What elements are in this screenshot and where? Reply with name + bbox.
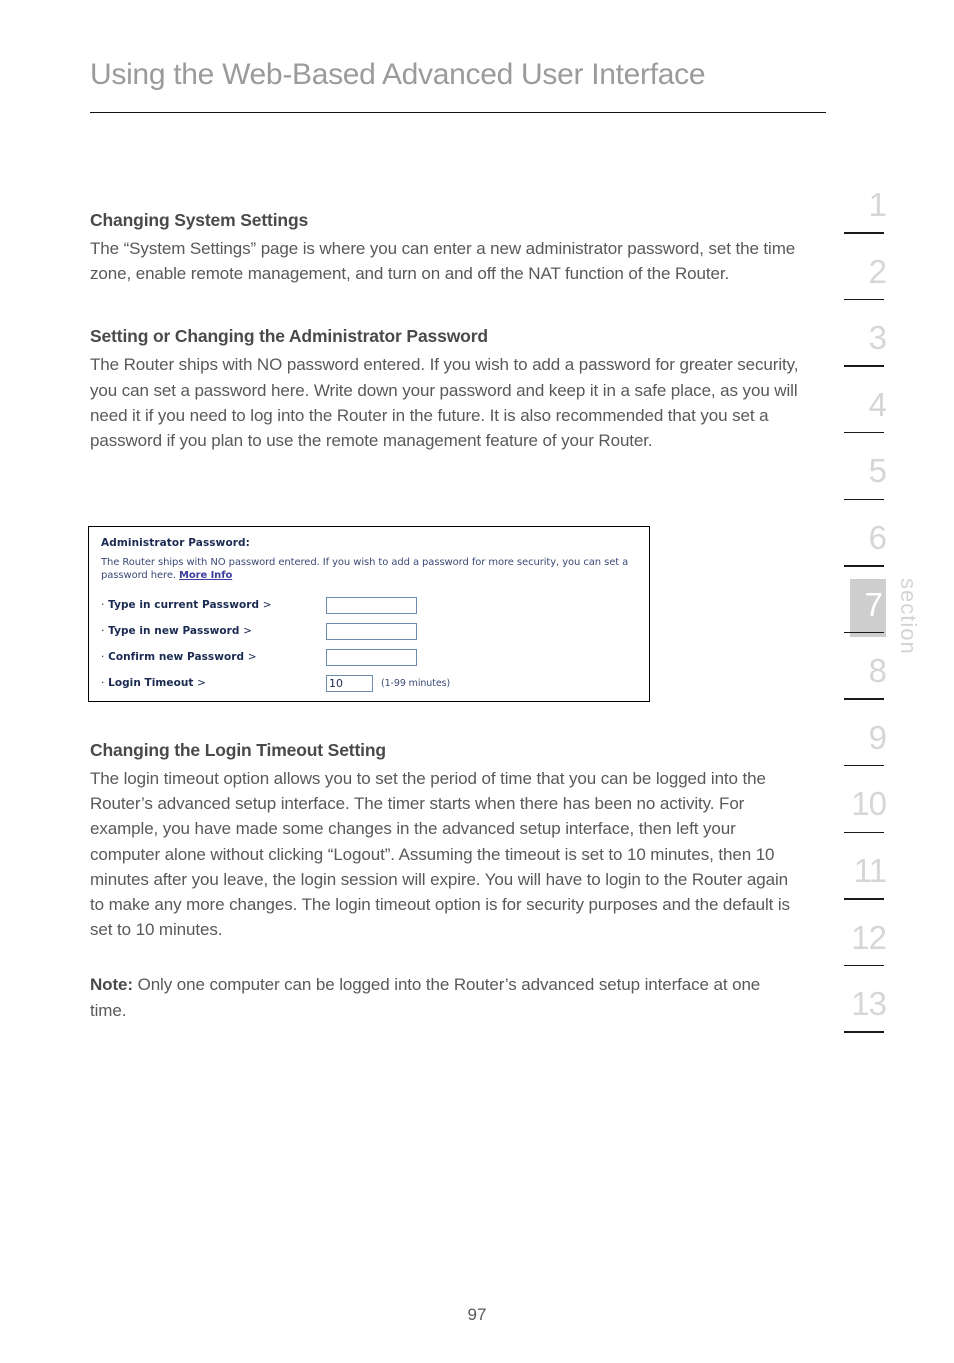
- rail-divider: [844, 1031, 884, 1033]
- form-row-confirm-password: · Confirm new Password >: [101, 644, 649, 670]
- label-text: Login Timeout: [108, 677, 194, 689]
- main-content-lower: Changing the Login Timeout Setting The l…: [90, 740, 800, 1023]
- rail-item-5[interactable]: 5: [838, 446, 904, 513]
- paragraph-administrator-password: The Router ships with NO password entere…: [90, 355, 799, 451]
- rail-number: 7: [864, 585, 883, 623]
- rail-item-4[interactable]: 4: [838, 380, 904, 447]
- note-block: Note: Only one computer can be logged in…: [90, 972, 800, 1022]
- more-info-link[interactable]: More Info: [179, 570, 232, 581]
- rail-number: 13: [851, 985, 887, 1023]
- input-new-password[interactable]: [326, 622, 417, 640]
- label-text: Confirm new Password: [108, 651, 245, 663]
- rail-divider: [844, 698, 884, 700]
- rail-item-11[interactable]: 11: [838, 846, 904, 913]
- rail-divider: [844, 431, 884, 434]
- bullet-dash: ·: [101, 625, 105, 637]
- bullet-dash: ·: [101, 651, 105, 663]
- rail-item-8[interactable]: 8: [838, 646, 904, 713]
- label-text: Type in current Password: [108, 599, 260, 611]
- bullet-dash: ·: [101, 677, 105, 689]
- rail-item-6[interactable]: 6: [838, 513, 904, 580]
- heading-administrator-password: Setting or Changing the Administrator Pa…: [90, 326, 488, 347]
- rail-item-9[interactable]: 9: [838, 713, 904, 780]
- rail-divider: [844, 232, 884, 234]
- rail-divider: [844, 498, 884, 500]
- heading-changing-system-settings: Changing System Settings: [90, 210, 309, 230]
- rail-item-3[interactable]: 3: [838, 313, 904, 380]
- rail-divider: [844, 898, 884, 900]
- panel-title: Administrator Password:: [101, 537, 250, 549]
- label-current-password: · Type in current Password >: [101, 599, 326, 611]
- rail-divider: [844, 964, 884, 967]
- rail-item-12[interactable]: 12: [838, 913, 904, 980]
- input-confirm-password[interactable]: [326, 648, 417, 666]
- rail-divider: [844, 565, 884, 567]
- rail-item-1[interactable]: 1: [838, 180, 904, 247]
- rail-item-2[interactable]: 2: [838, 247, 904, 314]
- input-current-password[interactable]: [326, 596, 417, 614]
- rail-number: 12: [851, 918, 887, 956]
- rail-number: 10: [851, 785, 887, 823]
- chevron-right-icon: >: [197, 677, 207, 689]
- label-login-timeout: · Login Timeout >: [101, 677, 326, 689]
- label-confirm-password: · Confirm new Password >: [101, 651, 326, 663]
- chevron-right-icon: >: [247, 651, 257, 663]
- rail-divider: [844, 831, 884, 833]
- rail-number: 6: [868, 518, 887, 556]
- rail-item-10[interactable]: 10: [838, 779, 904, 846]
- rail-item-13[interactable]: 13: [838, 979, 904, 1046]
- rail-number: 9: [868, 718, 887, 756]
- form-row-login-timeout: · Login Timeout > (1-99 minutes): [101, 670, 649, 696]
- rail-number: 11: [853, 851, 887, 889]
- label-text: Type in new Password: [108, 625, 240, 637]
- input-login-timeout[interactable]: [326, 674, 373, 692]
- rail-number: 4: [868, 385, 887, 423]
- main-content: Changing System Settings The “System Set…: [90, 210, 800, 453]
- bullet-dash: ·: [101, 599, 105, 611]
- rail-number: 8: [868, 652, 887, 690]
- rail-divider: [844, 764, 884, 767]
- rail-number: 1: [868, 186, 887, 223]
- label-new-password: · Type in new Password >: [101, 625, 326, 637]
- page-number: 97: [467, 1305, 487, 1324]
- rail-divider: [844, 631, 884, 634]
- rail-number: 3: [868, 319, 887, 357]
- panel-description: The Router ships with NO password entere…: [101, 556, 631, 582]
- paragraph-changing-system-settings: The “System Settings” page is where you …: [90, 239, 796, 284]
- page-title: Using the Web-Based Advanced User Interf…: [90, 58, 706, 91]
- title-divider: [90, 112, 826, 113]
- router-admin-password-panel: Administrator Password: The Router ships…: [88, 526, 650, 702]
- note-label: Note:: [90, 975, 133, 995]
- form-row-new-password: · Type in new Password >: [101, 618, 649, 644]
- rail-divider: [844, 298, 884, 301]
- chevron-right-icon: >: [262, 599, 272, 611]
- paragraph-login-timeout: The login timeout option allows you to s…: [90, 769, 790, 940]
- heading-login-timeout: Changing the Login Timeout Setting: [90, 740, 386, 760]
- form-row-current-password: · Type in current Password >: [101, 592, 649, 618]
- hint-login-timeout-range: (1-99 minutes): [381, 677, 451, 689]
- rail-divider: [844, 365, 884, 367]
- note-text: Only one computer can be logged into the…: [90, 975, 761, 1020]
- rail-word-section: section: [896, 578, 921, 655]
- chevron-right-icon: >: [243, 625, 253, 637]
- rail-number: 2: [868, 252, 887, 290]
- rail-number: 5: [868, 452, 887, 490]
